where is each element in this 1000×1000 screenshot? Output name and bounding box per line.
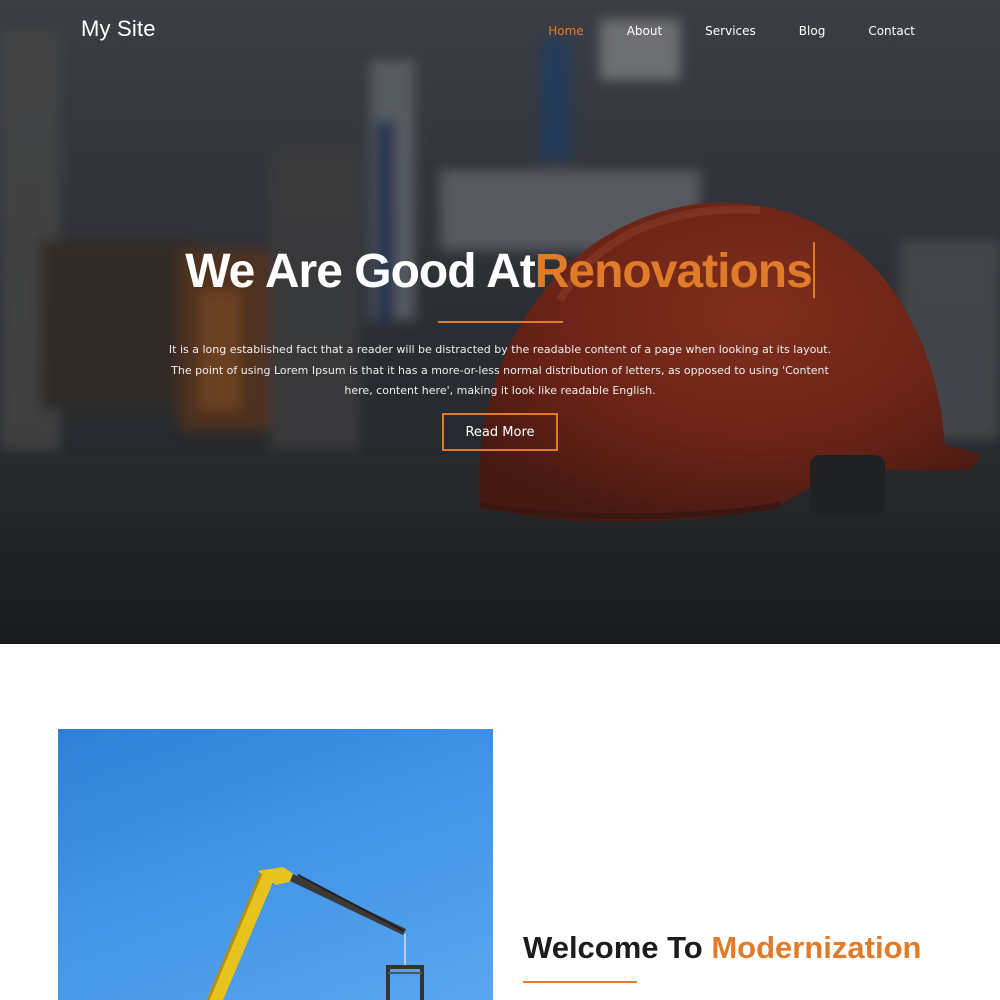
site-logo[interactable]: My Site <box>81 16 156 42</box>
read-more-button[interactable]: Read More <box>442 413 558 451</box>
typing-cursor <box>812 242 815 299</box>
crane-image <box>58 729 493 1000</box>
hero-title-prefix: We Are Good At <box>185 245 536 298</box>
about-title-accent: Modernization <box>711 930 922 965</box>
hero-title: We Are Good AtRenovations <box>0 242 1000 299</box>
nav-item-contact[interactable]: Contact <box>868 24 915 38</box>
hero-divider <box>438 321 563 323</box>
crane-illustration <box>206 867 424 1000</box>
about-title: Welcome To Modernization <box>523 930 921 966</box>
about-divider <box>523 981 637 983</box>
nav-menu: Home About Services Blog Contact <box>505 24 915 38</box>
nav-item-about[interactable]: About <box>627 24 662 38</box>
about-title-prefix: Welcome To <box>523 930 703 965</box>
nav-item-services[interactable]: Services <box>705 24 756 38</box>
nav-item-blog[interactable]: Blog <box>799 24 826 38</box>
hero-title-accent: Renovations <box>534 245 813 298</box>
hero-section: My Site Home About Services Blog Contact… <box>0 0 1000 644</box>
nav-item-home[interactable]: Home <box>548 24 583 38</box>
hero-description: It is a long established fact that a rea… <box>168 343 832 397</box>
top-navigation: My Site Home About Services Blog Contact <box>0 0 1000 64</box>
